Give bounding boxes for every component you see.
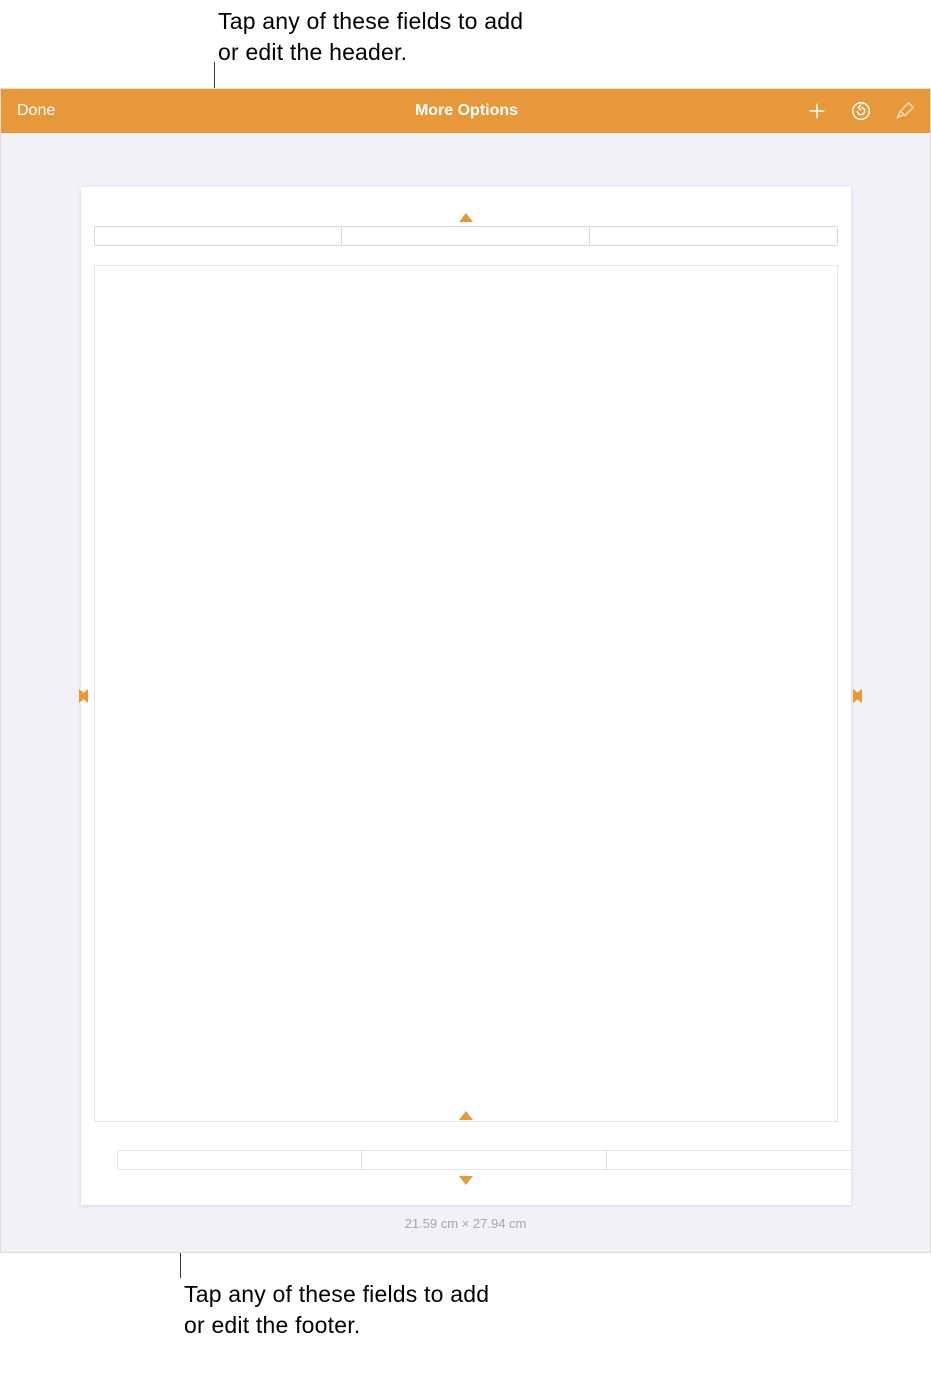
- page[interactable]: 21.59 cm × 27.94 cm: [81, 187, 851, 1205]
- left-margin-handle-right-icon: [79, 689, 88, 703]
- footer-field-center[interactable]: [362, 1151, 607, 1169]
- right-margin-handle-right-icon: [853, 689, 862, 703]
- add-icon[interactable]: [806, 100, 828, 122]
- footer-fields: [117, 1150, 851, 1170]
- toolbar: Done More Options: [1, 89, 930, 133]
- header-fields: [94, 226, 838, 246]
- done-button[interactable]: Done: [17, 102, 55, 119]
- callout-footer: Tap any of these fields to add or edit t…: [184, 1279, 494, 1341]
- toolbar-title: More Options: [415, 102, 518, 119]
- canvas[interactable]: 21.59 cm × 27.94 cm: [1, 133, 930, 1252]
- footer-field-right[interactable]: [607, 1151, 851, 1169]
- footer-field-left[interactable]: [118, 1151, 363, 1169]
- page-dimensions-label: 21.59 cm × 27.94 cm: [81, 1216, 851, 1231]
- bottom-margin-handle-up[interactable]: [459, 1111, 473, 1120]
- undo-icon[interactable]: [850, 100, 872, 122]
- header-field-center[interactable]: [342, 227, 590, 245]
- header-field-right[interactable]: [590, 227, 837, 245]
- app-window: Done More Options: [0, 88, 931, 1253]
- callout-header: Tap any of these fields to add or edit t…: [218, 6, 528, 68]
- footer-margin-handle-down[interactable]: [459, 1176, 473, 1185]
- format-brush-icon[interactable]: [894, 100, 916, 122]
- margin-frame: [94, 265, 838, 1122]
- header-field-left[interactable]: [95, 227, 343, 245]
- header-margin-handle-up[interactable]: [459, 213, 473, 222]
